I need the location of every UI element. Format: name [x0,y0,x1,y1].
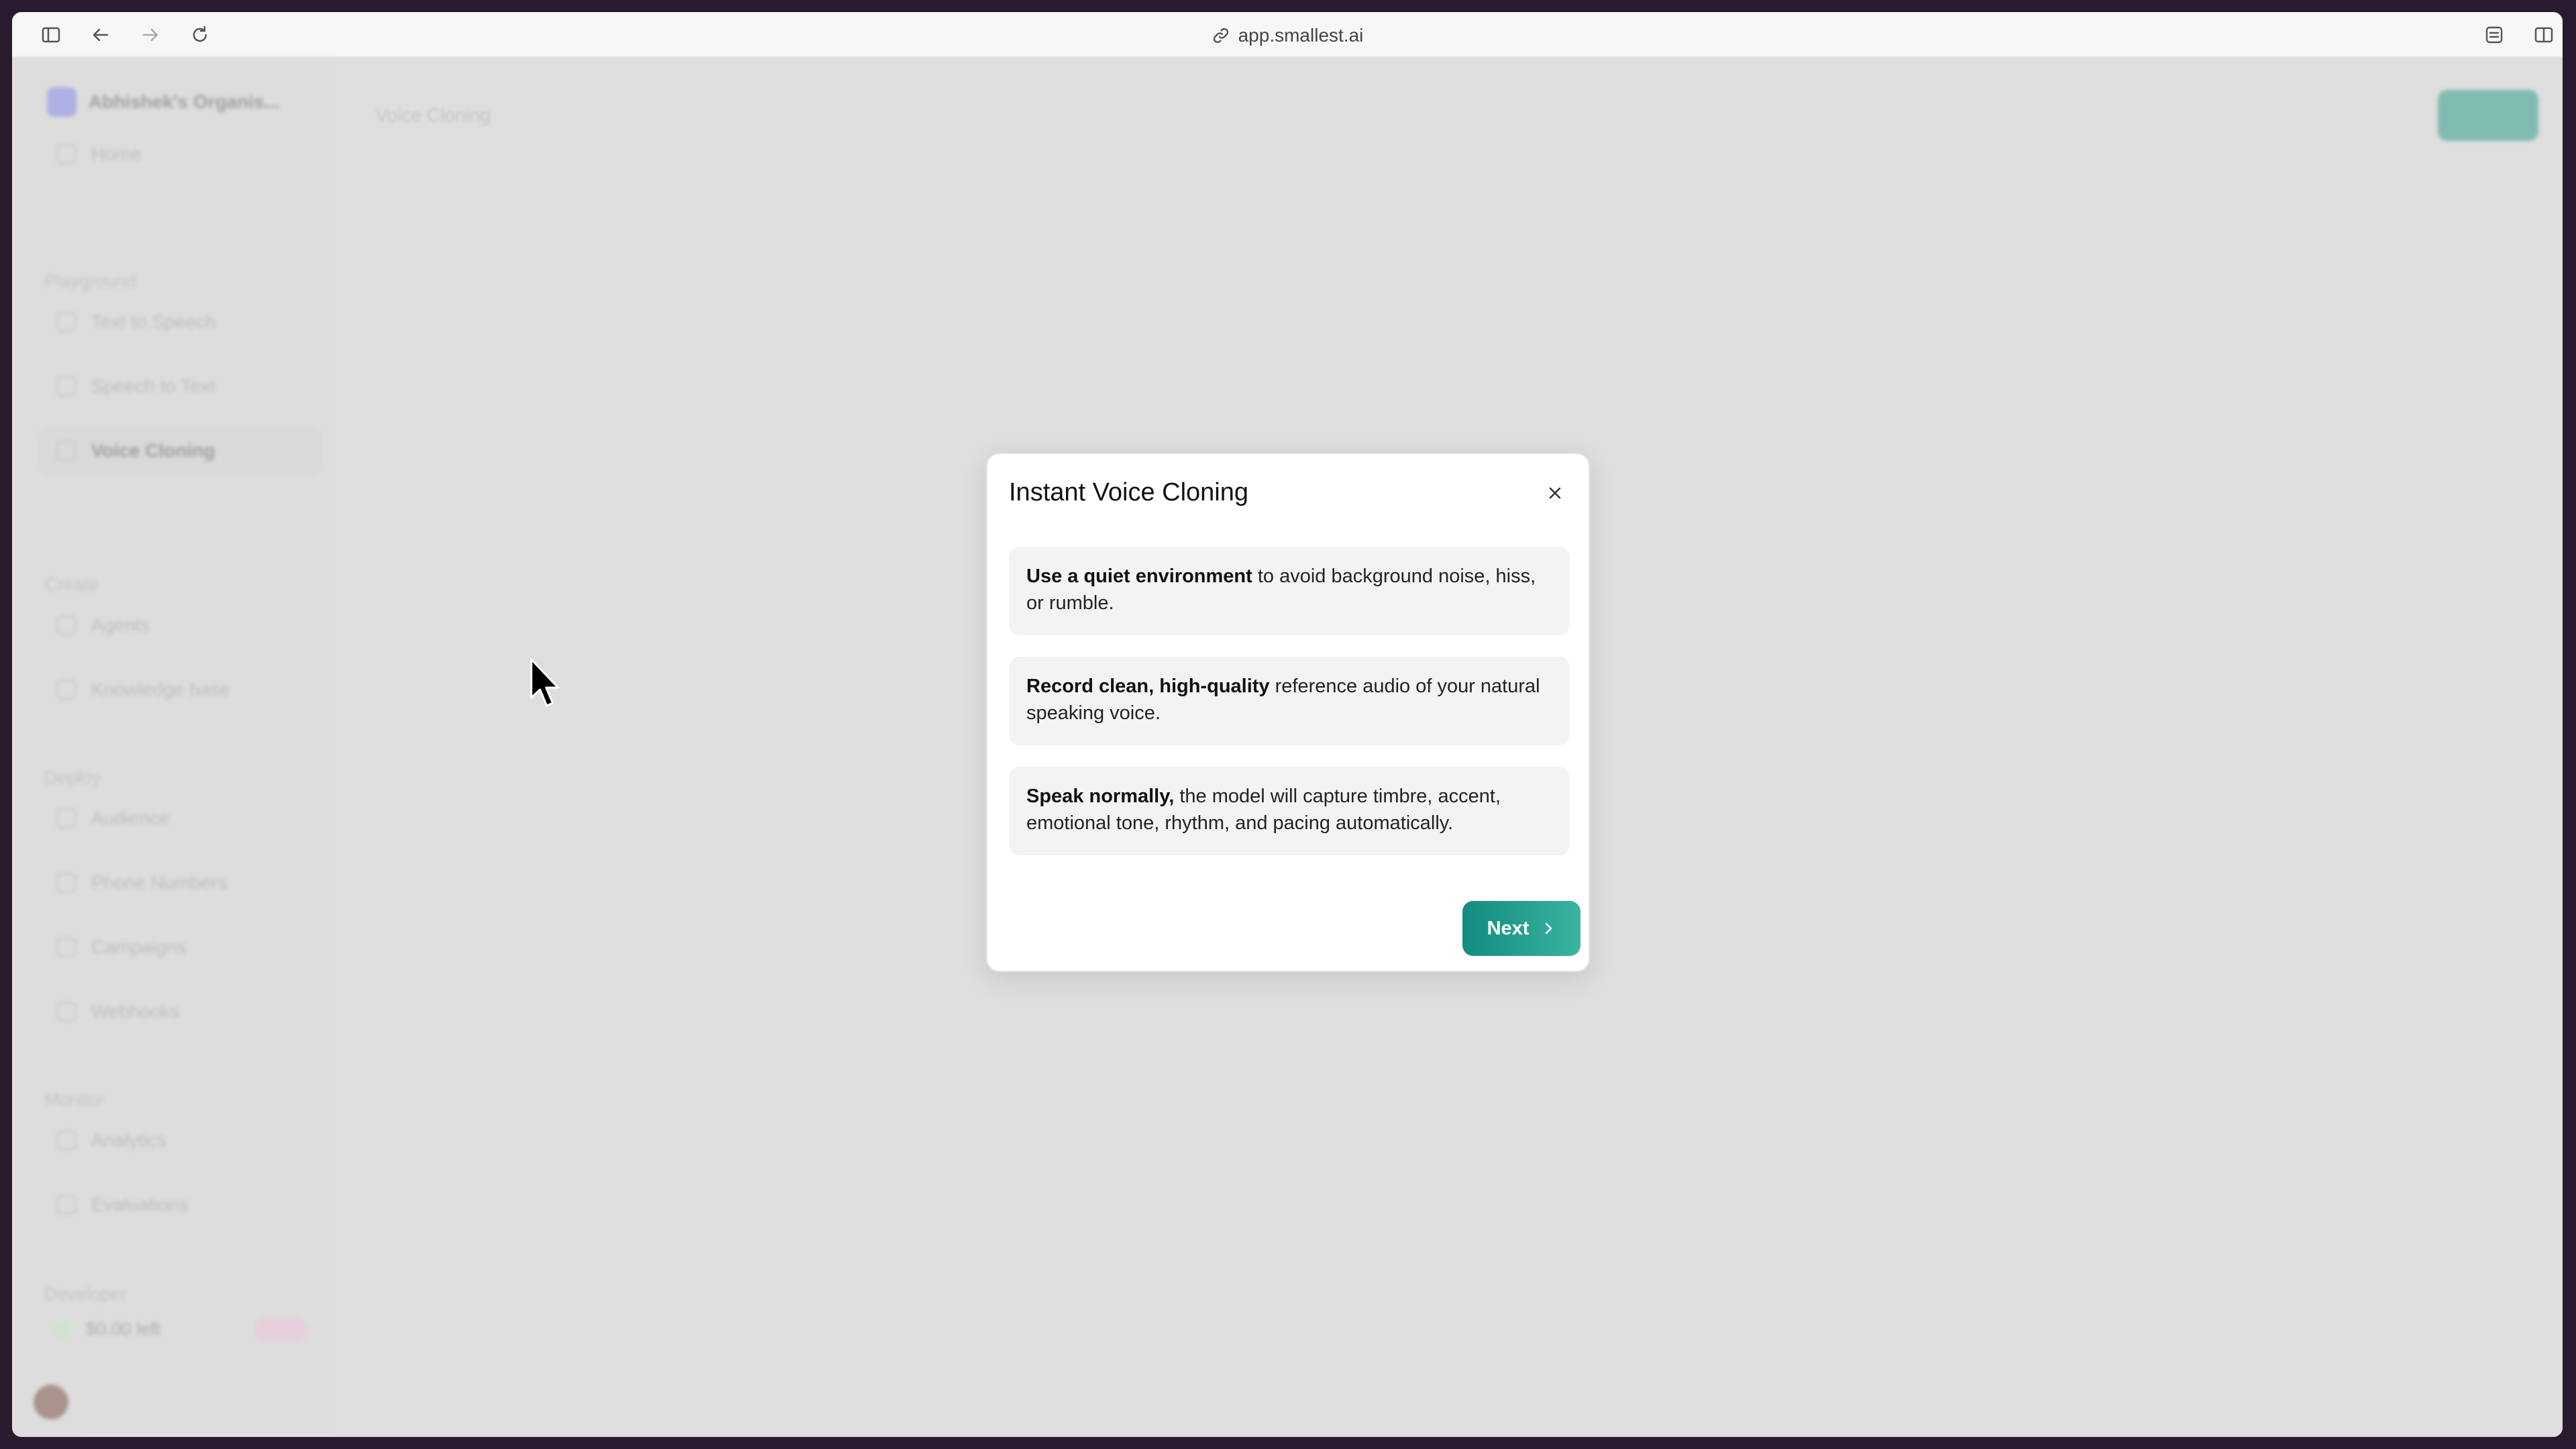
address-bar[interactable]: app.smallest.ai [12,24,2563,47]
tip-bold: Speak normally, [1026,786,1175,807]
tip-card-record-quality: Record clean, high-quality reference aud… [1009,657,1570,745]
translate-icon[interactable] [2483,24,2505,46]
dialog-title: Instant Voice Cloning [1009,478,1249,506]
tip-card-quiet-environment: Use a quiet environment to avoid backgro… [1009,547,1570,635]
close-icon [1549,487,1561,499]
chevron-right-icon [1546,922,1552,934]
mouse-cursor-icon [530,658,559,707]
voice-cloning-dialog: Instant Voice Cloning Use a quiet enviro… [986,453,1590,972]
browser-toolbar: app.smallest.ai [12,12,2563,58]
close-button[interactable] [1540,478,1570,508]
next-button[interactable]: Next [1462,901,1580,956]
next-label: Next [1487,917,1529,939]
split-view-icon[interactable] [2533,24,2555,46]
link-icon [1213,28,1228,44]
tip-bold: Record clean, high-quality [1026,676,1270,697]
browser-window: app.smallest.ai Abhishek's Organis... Ho… [12,12,2563,1437]
url-text: app.smallest.ai [1238,25,1364,46]
tip-card-speak-normally: Speak normally, the model will capture t… [1009,767,1570,855]
tip-bold: Use a quiet environment [1026,566,1252,587]
